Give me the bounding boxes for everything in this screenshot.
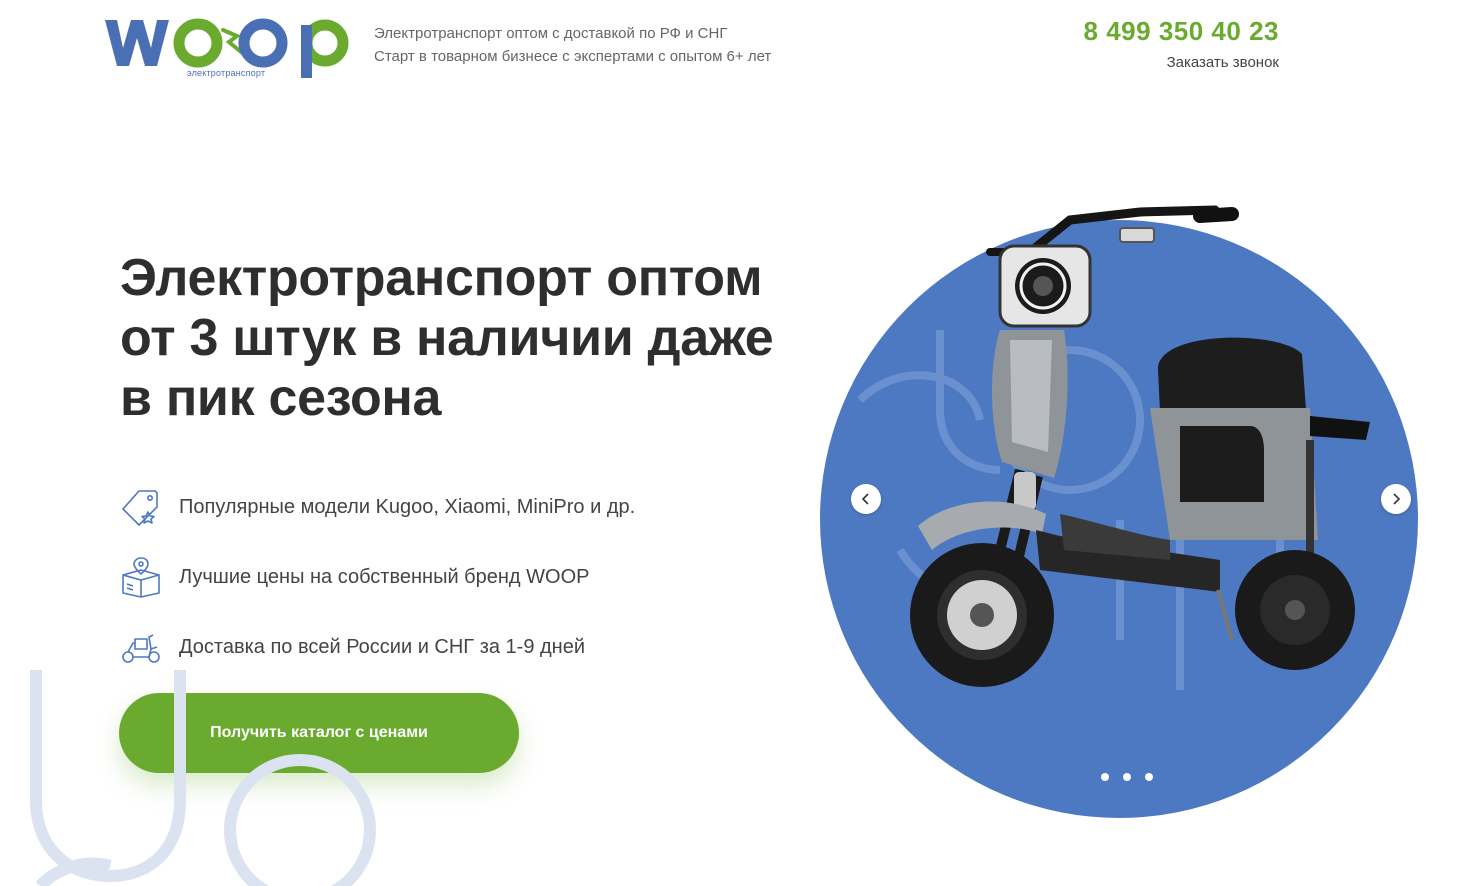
feature-item: Лучшие цены на собственный бренд WOOP (118, 542, 635, 612)
tagline: Электротранспорт оптом с доставкой по РФ… (374, 22, 771, 68)
tagline-line-2: Старт в товарном бизнесе с экспертами с … (374, 48, 772, 65)
chevron-right-icon (1393, 493, 1401, 505)
logo-subtitle: электротранспорт (187, 68, 266, 78)
slider-dot[interactable] (1101, 773, 1109, 781)
chevron-left-icon (861, 493, 869, 505)
slider-next-button[interactable] (1381, 484, 1411, 514)
slider-dot[interactable] (1123, 773, 1131, 781)
logo[interactable]: электротранспорт (103, 8, 355, 80)
phone-number[interactable]: 8 499 350 40 23 (1084, 16, 1279, 47)
scooter-image (910, 205, 1370, 687)
headline-line-3: в пик сезона (120, 369, 442, 427)
feature-item: Популярные модели Kugoo, Xiaomi, MiniPro… (118, 472, 635, 542)
headline-line-1: Электротранспорт оптом (120, 249, 763, 307)
tagline-line-1: Электротранспорт оптом с доставкой по РФ… (374, 25, 728, 42)
hero-headline: Электротранспорт оптом от 3 штук в налич… (120, 248, 820, 428)
slider-dots (1101, 773, 1153, 781)
feature-text: Популярные модели Kugoo, Xiaomi, MiniPro… (179, 495, 636, 518)
price-tag-star-icon (118, 484, 164, 530)
callback-link[interactable]: Заказать звонок (1167, 54, 1279, 71)
decorative-outline-letters (30, 670, 376, 886)
feature-text: Лучшие цены на собственный бренд WOOP (179, 565, 590, 588)
box-location-icon (118, 554, 164, 600)
headline-line-2: от 3 штук в наличии даже (120, 309, 774, 367)
slider-dot[interactable] (1145, 773, 1153, 781)
slider-prev-button[interactable] (851, 484, 881, 514)
